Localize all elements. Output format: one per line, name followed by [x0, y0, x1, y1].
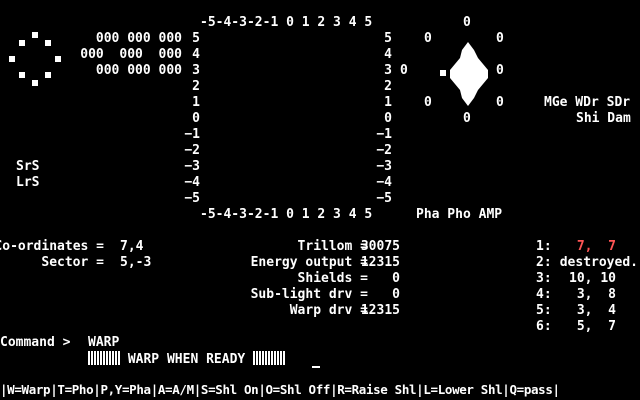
gauge-zero: 0 [463, 111, 471, 126]
row-num: −2 [184, 143, 200, 158]
ship-position: 3, 4 [576, 303, 616, 318]
row-num: −1 [184, 127, 200, 142]
srs-label: SrS [16, 159, 40, 174]
ship-id: 1: [536, 239, 552, 254]
row-num: 1 [192, 95, 200, 110]
gauge-zero: 0 [496, 95, 504, 110]
sublight-value: 0 [392, 287, 400, 302]
row-num: −4 [376, 175, 392, 190]
row-num: 0 [192, 111, 200, 126]
warp-value: 12315 [360, 303, 400, 318]
row-num: −3 [184, 159, 200, 174]
row-num: 3 [192, 63, 200, 78]
row-num: 5 [384, 31, 392, 46]
quadrant-blocks-row-5: 000 000 000 [95, 31, 182, 46]
gauge-headers-row2: Shi Dam [576, 111, 631, 126]
row-num: 0 [384, 111, 392, 126]
row-num: 2 [384, 79, 392, 94]
key-help-bar: |W=Warp|T=Pho|P,Y=Pha|A=A/M|S=Shl On|O=S… [0, 382, 560, 397]
ship-id: 4: [536, 287, 552, 302]
lrs-label: LrS [16, 175, 40, 190]
ship-id: 3: [536, 271, 552, 286]
row-num: −3 [376, 159, 392, 174]
ship-position: 5, 7 [576, 319, 616, 334]
gauge-zero: 0 [463, 15, 471, 30]
command-input[interactable]: WARP [88, 335, 119, 351]
text-cursor [312, 366, 320, 368]
sublight-label: Sub-light drv = [250, 287, 368, 302]
row-num: 5 [192, 31, 200, 46]
row-num: −5 [184, 191, 200, 206]
dither-block-right [253, 351, 286, 365]
coordinates-value: 7,4 [120, 239, 144, 254]
row-num: 4 [192, 47, 200, 62]
ship-position: 3, 8 [576, 287, 616, 302]
row-num: −5 [376, 191, 392, 206]
row-num: −1 [376, 127, 392, 142]
ship-position: destroyed. [559, 255, 638, 270]
game-screen: { "scanner": { "axis_numbers": "-5-4-3-2… [0, 0, 640, 400]
shields-label: Shields = [297, 271, 368, 286]
ship-id: 6: [536, 319, 552, 334]
energy-value: 12315 [360, 255, 400, 270]
warp-label: Warp drv = [289, 303, 368, 318]
ship-id: 5: [536, 303, 552, 318]
ship-position: 7, 7 [576, 239, 616, 254]
sector-value: 5,-3 [120, 255, 152, 270]
trillom-value: 30075 [360, 239, 400, 254]
gauge-zero: 0 [424, 31, 432, 46]
starship-icon [440, 42, 488, 106]
warp-message-banner: WARP WHEN READY [88, 351, 286, 368]
warp-message: WARP WHEN READY [127, 352, 246, 367]
gauge-zero: 0 [496, 31, 504, 46]
energy-label: Energy output = [250, 255, 368, 270]
row-num: 4 [384, 47, 392, 62]
weapon-labels: Pha Pho AMP [416, 207, 503, 222]
ship-position: 10, 10 [569, 271, 616, 286]
scanner-axis-top: -5-4-3-2-1 0 1 2 3 4 5 [200, 15, 373, 30]
gauge-headers-row1: MGe WDr SDr [544, 95, 631, 110]
coordinates-label: Co-ordinates = [0, 239, 104, 254]
dither-block-left [88, 351, 120, 365]
sector-label: Sector = [41, 255, 104, 270]
gauge-zero: 0 [424, 95, 432, 110]
row-num: −2 [376, 143, 392, 158]
quadrant-blocks-row-4: 000 000 000 [80, 47, 182, 62]
scanner-axis-bottom: -5-4-3-2-1 0 1 2 3 4 5 [200, 207, 373, 222]
ship-id: 2: [536, 255, 552, 270]
row-num: 2 [192, 79, 200, 94]
row-num: −4 [184, 175, 200, 190]
gauge-zero: 0 [496, 63, 504, 78]
quadrant-blocks-row-3: 000 000 000 [95, 63, 182, 78]
gauge-zero: 0 [400, 63, 408, 78]
row-num: 3 [384, 63, 392, 78]
shields-value: 0 [392, 271, 400, 286]
row-num: 1 [384, 95, 392, 110]
command-prompt: Command > [0, 335, 71, 350]
trillom-label: Trillom = [297, 239, 368, 254]
